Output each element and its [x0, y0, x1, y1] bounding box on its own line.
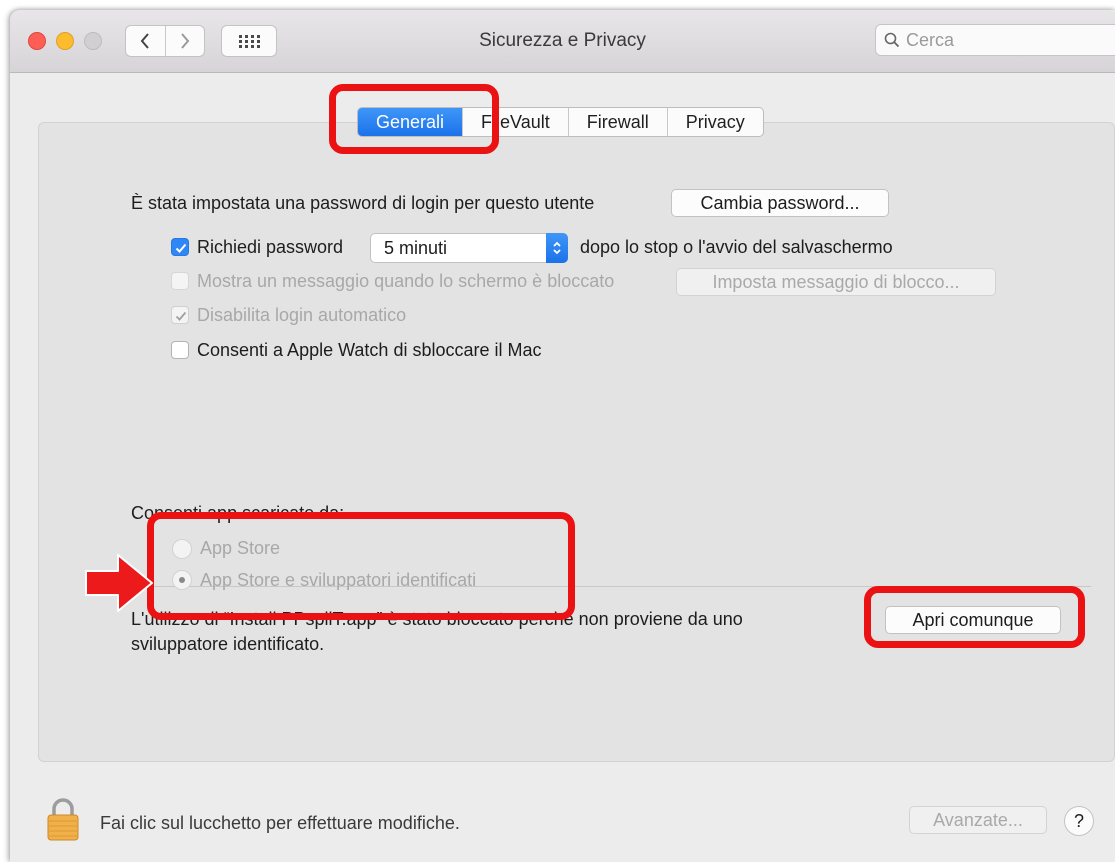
apple-watch-unlock-checkbox[interactable]	[171, 341, 189, 359]
preferences-window: Sicurezza e Privacy Cerca È stata impost…	[10, 10, 1115, 862]
change-password-button[interactable]: Cambia password...	[671, 189, 889, 217]
require-password-checkbox[interactable]	[171, 238, 189, 256]
tab-privacy[interactable]: Privacy	[666, 108, 763, 136]
login-password-text: È stata impostata una password di login …	[131, 193, 595, 213]
title-bar: Sicurezza e Privacy Cerca	[10, 10, 1115, 73]
require-password-label: Richiedi password	[197, 237, 344, 257]
apple-watch-unlock-label: Consenti a Apple Watch di sbloccare il M…	[197, 340, 542, 360]
highlight-box-button	[864, 586, 1085, 648]
search-field[interactable]: Cerca	[875, 24, 1115, 56]
highlight-box-tab	[329, 84, 499, 154]
require-password-delay-select[interactable]: 5 minuti	[370, 233, 568, 263]
blocked-app-message-line2: sviluppatore identificato.	[131, 634, 325, 654]
help-button[interactable]: ?	[1064, 806, 1094, 836]
lock-icon[interactable]	[46, 796, 80, 842]
popup-arrows-icon	[546, 233, 568, 263]
search-icon	[884, 32, 900, 48]
checkmark-icon	[175, 243, 187, 253]
show-message-label: Mostra un messaggio quando lo schermo è …	[197, 271, 615, 291]
require-password-delay-value: 5 minuti	[384, 238, 448, 258]
search-placeholder: Cerca	[906, 29, 955, 50]
set-lock-message-button[interactable]: Imposta messaggio di blocco...	[676, 268, 996, 296]
disable-autologin-label: Disabilita login automatico	[197, 305, 407, 325]
require-password-suffix: dopo lo stop o l'avvio del salvaschermo	[580, 237, 893, 257]
checkmark-icon	[175, 311, 187, 321]
show-message-checkbox[interactable]	[171, 272, 189, 290]
red-arrow-icon	[85, 554, 153, 612]
advanced-button[interactable]: Avanzate...	[909, 806, 1047, 834]
lock-hint-text: Fai clic sul lucchetto per effettuare mo…	[100, 813, 460, 833]
disable-autologin-checkbox[interactable]	[171, 306, 189, 324]
settings-panel: È stata impostata una password di login …	[38, 122, 1115, 762]
highlight-box-radio	[147, 512, 575, 620]
tab-firewall[interactable]: Firewall	[567, 108, 667, 136]
